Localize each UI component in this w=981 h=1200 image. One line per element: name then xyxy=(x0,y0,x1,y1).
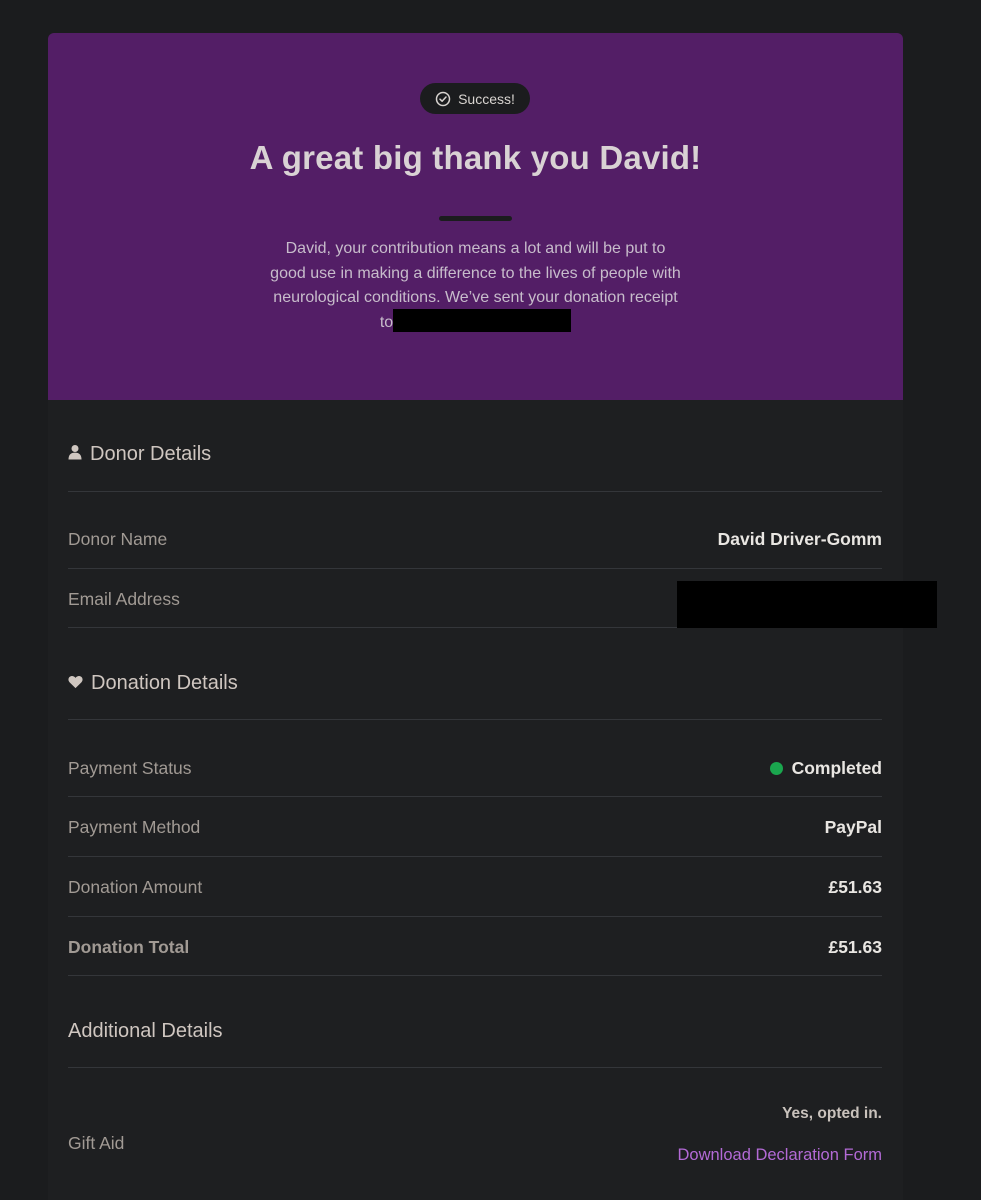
payment-status-label: Payment Status xyxy=(68,758,192,778)
divider xyxy=(68,568,882,569)
additional-details-heading: Additional Details xyxy=(68,1020,223,1043)
payment-method-value: PayPal xyxy=(824,817,882,837)
donation-amount-value: £51.63 xyxy=(828,877,882,897)
user-icon xyxy=(68,443,82,466)
donation-amount-label: Donation Amount xyxy=(68,877,203,897)
thank-you-message: David, your contribution means a lot and… xyxy=(268,237,683,335)
redacted-email xyxy=(393,309,572,333)
status-dot-icon xyxy=(769,762,783,775)
gift-aid-value: Yes, opted in. xyxy=(782,1105,882,1122)
additional-details-title: Additional Details xyxy=(68,1020,223,1042)
divider xyxy=(68,796,882,797)
thank-you-title: A great big thank you David! xyxy=(249,139,702,176)
divider xyxy=(68,916,882,917)
title-divider xyxy=(439,216,512,221)
payment-status-text: Completed xyxy=(791,758,882,778)
check-circle-icon xyxy=(435,91,451,107)
donor-name-value: David Driver-Gomm xyxy=(717,529,882,549)
thank-you-banner: Success! A great big thank you David! Da… xyxy=(48,33,903,400)
gift-aid-label: Gift Aid xyxy=(68,1133,125,1153)
page: Success! A great big thank you David! Da… xyxy=(0,0,981,1200)
divider xyxy=(68,491,882,492)
redacted-email-value xyxy=(677,581,937,628)
donor-details-heading: Donor Details xyxy=(68,443,211,466)
success-badge-label: Success! xyxy=(458,90,515,107)
donation-total-value: £51.63 xyxy=(828,937,882,957)
download-declaration-form-link[interactable]: Download Declaration Form xyxy=(677,1146,882,1165)
divider xyxy=(68,856,882,857)
success-badge: Success! xyxy=(420,83,530,114)
divider xyxy=(68,719,882,720)
donor-name-label: Donor Name xyxy=(68,529,168,549)
email-address-label: Email Address xyxy=(68,589,180,609)
payment-status-value: Completed xyxy=(769,758,882,779)
heart-icon xyxy=(68,672,83,695)
donation-details-heading: Donation Details xyxy=(68,672,238,695)
donation-details-title: Donation Details xyxy=(91,672,238,694)
donor-details-title: Donor Details xyxy=(90,443,212,465)
payment-method-label: Payment Method xyxy=(68,817,201,837)
donation-total-label: Donation Total xyxy=(68,937,190,957)
divider xyxy=(68,975,882,976)
divider xyxy=(68,1067,882,1068)
